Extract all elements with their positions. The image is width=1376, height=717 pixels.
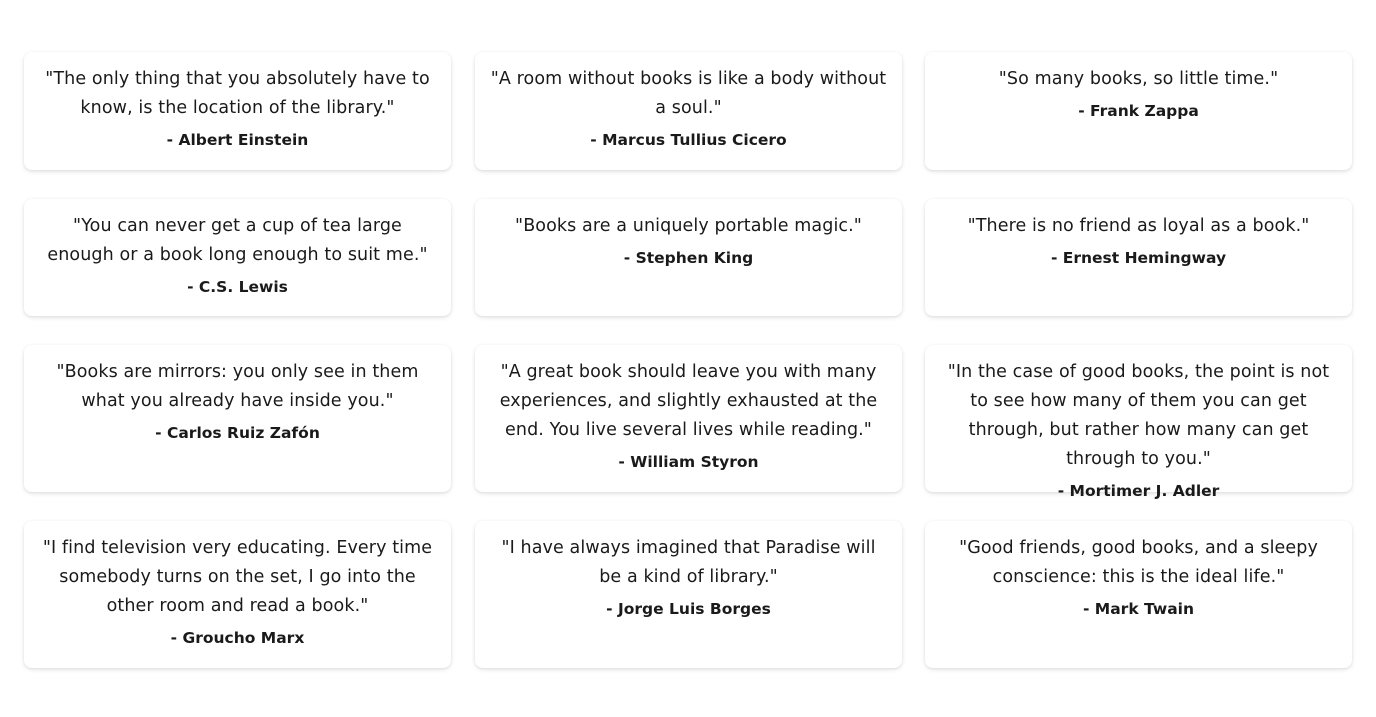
quote-author: - Mortimer J. Adler	[1057, 482, 1220, 500]
quote-text: "There is no friend as loyal as a book."	[967, 216, 1310, 236]
quote-text: "I find television very educating. Every…	[42, 538, 433, 616]
quote-author: - Mark Twain	[1082, 600, 1195, 618]
quote-card: "I find television very educating. Every…	[24, 521, 451, 668]
quote-text: "Good friends, good books, and a sleepy …	[959, 538, 1318, 587]
quote-author: - Ernest Hemingway	[1050, 249, 1227, 267]
quotes-grid: "The only thing that you absolutely have…	[0, 0, 1376, 717]
quote-author: - Albert Einstein	[166, 131, 309, 149]
quote-author: - Stephen King	[623, 249, 754, 267]
quote-author: - Groucho Marx	[170, 629, 305, 647]
quote-text: "The only thing that you absolutely have…	[45, 69, 430, 118]
quote-text: "Books are mirrors: you only see in them…	[56, 362, 419, 411]
quote-text: "A room without books is like a body wit…	[490, 69, 887, 118]
quote-text: "I have always imagined that Paradise wi…	[501, 538, 876, 587]
quote-author: - Frank Zappa	[1078, 102, 1199, 120]
quote-author: - Jorge Luis Borges	[606, 600, 771, 618]
quote-card: "Books are mirrors: you only see in them…	[24, 345, 451, 492]
quote-text: "In the case of good books, the point is…	[947, 362, 1330, 469]
quote-text: "A great book should leave you with many…	[499, 362, 878, 440]
quote-author: - C.S. Lewis	[187, 278, 288, 296]
quote-text: "Books are a uniquely portable magic."	[515, 216, 862, 236]
quote-text: "You can never get a cup of tea large en…	[47, 216, 428, 265]
quote-card: "The only thing that you absolutely have…	[24, 52, 451, 170]
quote-card: "You can never get a cup of tea large en…	[24, 199, 451, 316]
quote-text: "So many books, so little time."	[998, 69, 1279, 89]
quote-card: "Good friends, good books, and a sleepy …	[925, 521, 1352, 668]
quote-card: "A room without books is like a body wit…	[475, 52, 902, 170]
quote-card: "So many books, so little time." - Frank…	[925, 52, 1352, 170]
quote-card: "I have always imagined that Paradise wi…	[475, 521, 902, 668]
quote-author: - Carlos Ruiz Zafón	[155, 424, 320, 442]
quote-card: "A great book should leave you with many…	[475, 345, 902, 492]
quote-author: - William Styron	[618, 453, 759, 471]
quote-card: "In the case of good books, the point is…	[925, 345, 1352, 500]
quote-card: "Books are a uniquely portable magic." -…	[475, 199, 902, 316]
quote-card: "There is no friend as loyal as a book."…	[925, 199, 1352, 316]
quote-author: - Marcus Tullius Cicero	[590, 131, 787, 149]
